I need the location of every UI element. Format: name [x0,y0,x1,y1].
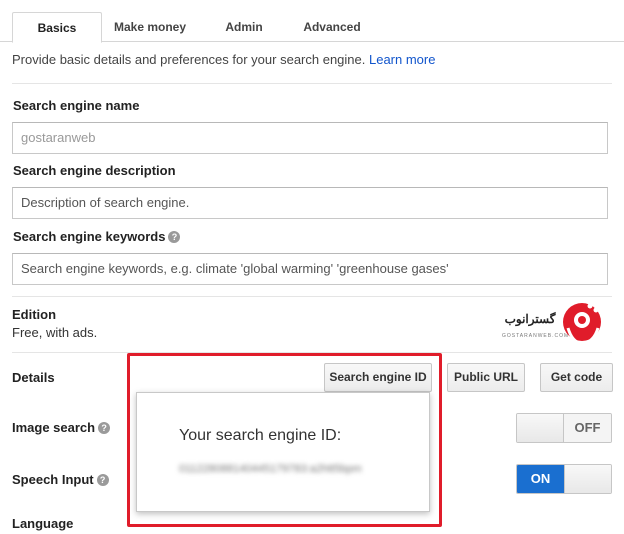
logo-mark-icon [563,303,601,346]
description-input[interactable]: Description of search engine. [12,187,608,219]
keywords-input[interactable]: Search engine keywords, e.g. climate 'gl… [12,253,608,285]
language-label: Language [12,516,74,531]
speech-input-toggle[interactable]: ON [516,464,612,494]
learn-more-link[interactable]: Learn more [369,52,435,67]
details-label: Details [12,370,55,385]
get-code-button[interactable]: Get code [540,363,613,392]
help-icon[interactable]: ? [96,474,109,486]
description-label: Search engine description [13,163,176,178]
tab-basics[interactable]: Basics [12,12,102,43]
tab-advanced[interactable]: Advanced [294,12,370,42]
logo-text: گسترانوب [504,312,556,326]
intro-text: Provide basic details and preferences fo… [12,52,435,67]
edition-label: Edition [12,307,57,322]
tab-make-money[interactable]: Make money [104,12,196,42]
image-search-label: Image search? [12,420,111,435]
public-url-button[interactable]: Public URL [447,363,525,392]
name-label: Search engine name [13,98,140,113]
toggle-knob [564,465,611,493]
image-search-label-text: Image search [12,420,96,435]
tab-bar: Basics Make money Admin Advanced [0,0,624,43]
gostaranweb-logo: گسترانوب GOSTARANWEB.COM [500,298,606,350]
help-icon[interactable]: ? [168,231,181,243]
keywords-label: Search engine keywords? [13,229,181,244]
speech-input-label-text: Speech Input [12,472,94,487]
edition-value: Free, with ads. [12,325,98,340]
divider [12,296,612,297]
speech-input-label: Speech Input? [12,472,109,487]
divider [12,83,612,84]
highlight-box [127,353,442,527]
help-icon[interactable]: ? [98,422,111,434]
toggle-state: OFF [564,414,611,442]
name-input[interactable]: gostaranweb [12,122,608,154]
toggle-state: ON [517,465,564,493]
tab-admin[interactable]: Admin [210,12,278,42]
intro-description: Provide basic details and preferences fo… [12,52,369,67]
image-search-toggle[interactable]: OFF [516,413,612,443]
toggle-knob [517,414,564,442]
keywords-label-text: Search engine keywords [13,229,166,244]
